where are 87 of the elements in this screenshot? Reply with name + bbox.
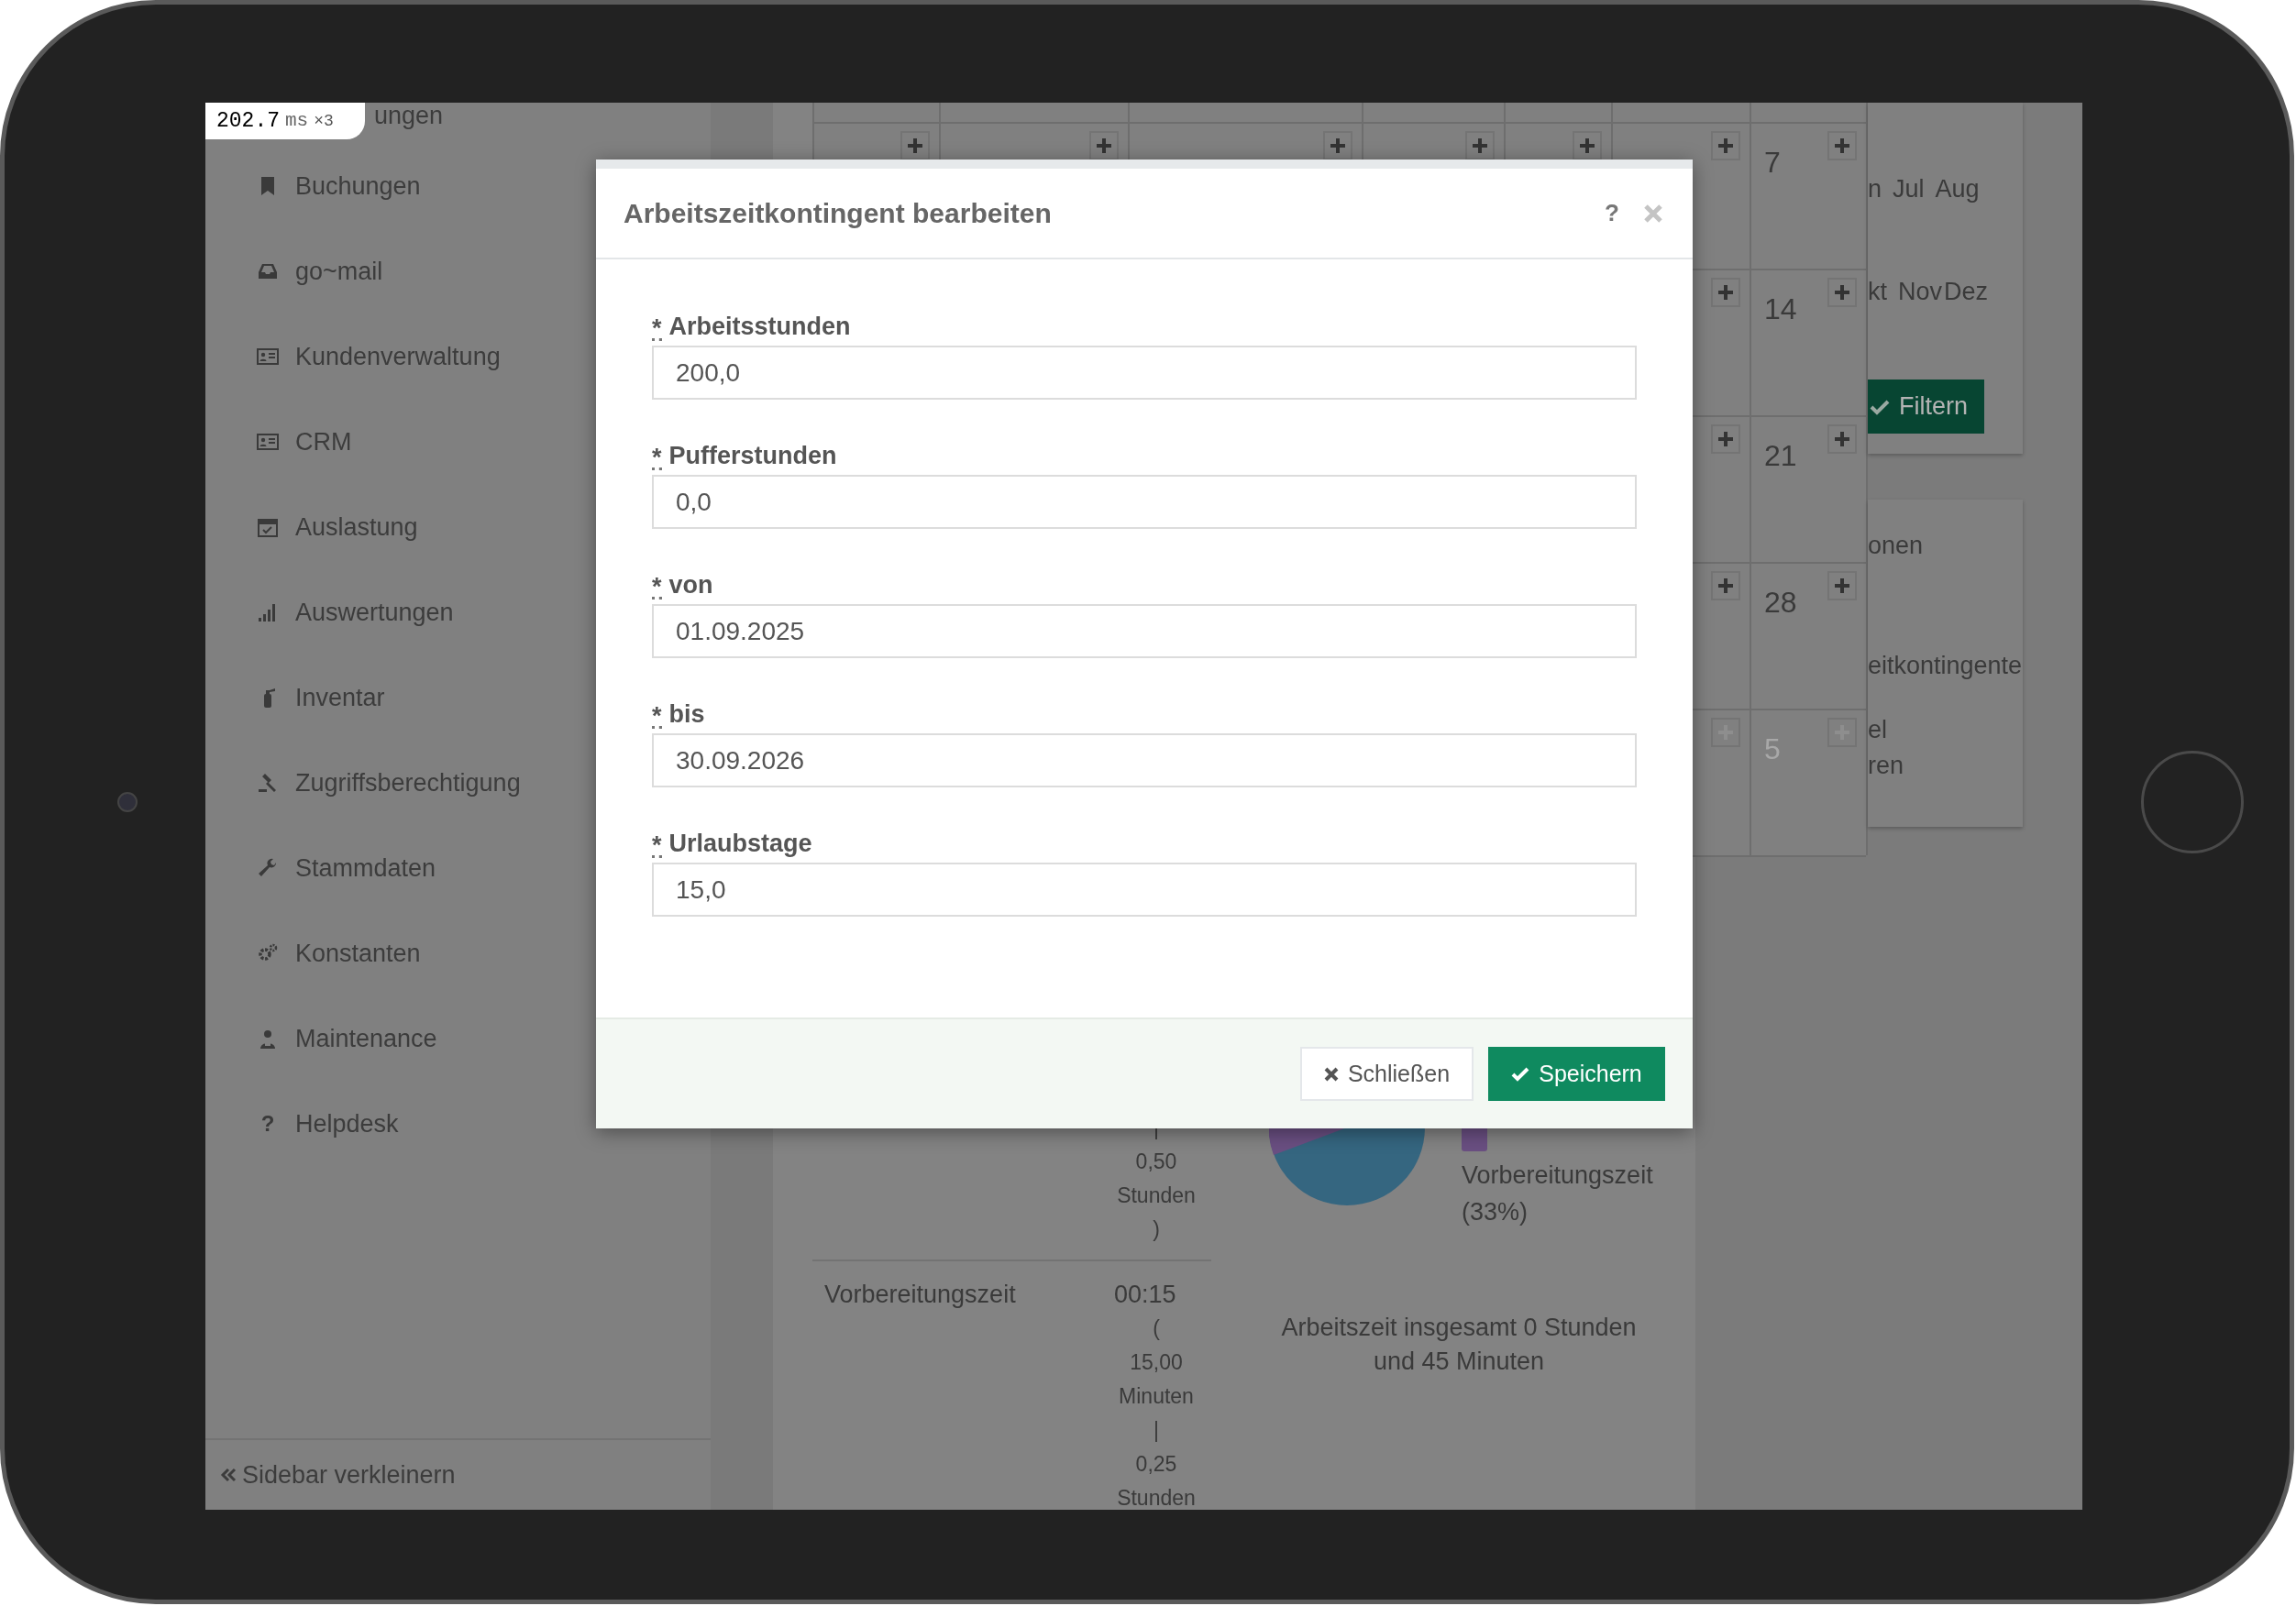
input-field[interactable]: 15,0 bbox=[652, 863, 1637, 917]
field-label: bis bbox=[668, 698, 705, 730]
close-button[interactable]: Schließen bbox=[1300, 1047, 1474, 1101]
timing-value: 202.7 bbox=[216, 107, 280, 135]
check-icon bbox=[1511, 1066, 1530, 1082]
day-number: 28 bbox=[1764, 585, 1797, 621]
sidebar-item[interactable]: ungen bbox=[374, 103, 444, 132]
input-field[interactable]: 0,0 bbox=[652, 475, 1637, 529]
plus-icon bbox=[1834, 284, 1850, 301]
sidebar-item[interactable]: Maintenance bbox=[249, 1016, 447, 1062]
close-icon bbox=[1643, 203, 1663, 224]
sidebar-item[interactable]: ? Helpdesk bbox=[249, 1101, 408, 1147]
sidebar-item[interactable]: Buchungen bbox=[249, 163, 430, 209]
sidebar-item[interactable]: Konstanten bbox=[249, 930, 430, 976]
input-field[interactable]: 01.09.2025 bbox=[652, 604, 1637, 658]
day-number: 14 bbox=[1764, 292, 1797, 327]
collapse-sidebar-link[interactable]: Sidebar verkleinern bbox=[220, 1456, 456, 1494]
month-option[interactable]: Aug bbox=[1935, 172, 1980, 205]
required-mark: * bbox=[652, 441, 662, 470]
plus-icon bbox=[907, 138, 923, 154]
required-mark: * bbox=[652, 699, 662, 729]
idcard-icon bbox=[257, 346, 279, 368]
check-icon bbox=[1870, 398, 1890, 415]
help-button[interactable]: ? bbox=[1599, 195, 1625, 231]
plus-icon bbox=[1834, 431, 1850, 447]
field-label: von bbox=[668, 569, 713, 600]
duration-text: 00:15 bbox=[1114, 1280, 1176, 1310]
sidebar-item[interactable]: Stammdaten bbox=[249, 845, 446, 891]
plus-icon bbox=[1096, 138, 1112, 154]
required-mark: * bbox=[652, 570, 662, 600]
duration-text: Minuten bbox=[1119, 1383, 1194, 1410]
month-option[interactable]: Jul bbox=[1893, 172, 1925, 205]
double-chevron-icon bbox=[220, 1467, 237, 1483]
duration-text: 15,00 bbox=[1130, 1349, 1183, 1376]
close-icon bbox=[1323, 1066, 1339, 1082]
home-button[interactable] bbox=[2141, 751, 2244, 853]
legend-label: Vorbereitungszeit (33%) bbox=[1462, 1160, 1654, 1227]
save-button[interactable]: Speichern bbox=[1488, 1047, 1665, 1101]
plus-icon bbox=[1717, 284, 1734, 301]
field-label: Pufferstunden bbox=[668, 440, 837, 471]
duration-text: 0,25 bbox=[1135, 1451, 1177, 1478]
plus-icon bbox=[1834, 578, 1850, 594]
plus-icon bbox=[1717, 578, 1734, 594]
duration-text: Stunden bbox=[1117, 1485, 1196, 1510]
duration-text: ( bbox=[1153, 1315, 1160, 1342]
plus-icon bbox=[1472, 138, 1488, 154]
duration-text: Stunden bbox=[1117, 1182, 1196, 1209]
plus-icon bbox=[1330, 138, 1346, 154]
menu-link[interactable]: eitkontingente bbox=[1868, 650, 2023, 681]
field-label: Arbeitsstunden bbox=[668, 311, 851, 342]
dialog-title: Arbeitszeitkontingent bearbeiten bbox=[624, 197, 1052, 230]
plus-icon bbox=[1717, 431, 1734, 447]
day-number: 7 bbox=[1764, 145, 1781, 181]
input-field[interactable]: 200,0 bbox=[652, 346, 1637, 400]
sidebar-item[interactable]: go~mail bbox=[249, 248, 392, 294]
menu-link[interactable]: el bbox=[1868, 714, 1887, 745]
day-number: 21 bbox=[1764, 438, 1797, 474]
timing-unit: ms bbox=[285, 109, 309, 134]
plus-icon bbox=[1717, 138, 1734, 154]
input-field[interactable]: 30.09.2026 bbox=[652, 733, 1637, 787]
required-mark: * bbox=[652, 312, 662, 341]
month-option[interactable]: Dez bbox=[1944, 275, 1989, 308]
summary-text: Arbeitszeit insgesamt 0 Stunden und 45 Minuten bbox=[1280, 1313, 1638, 1377]
menu-link[interactable]: ren bbox=[1868, 750, 1904, 781]
filter-button[interactable]: Filtern bbox=[1868, 380, 1984, 434]
duration-text: | bbox=[1154, 1417, 1159, 1444]
duration-text: 0,50 bbox=[1135, 1149, 1177, 1175]
month-option[interactable]: n bbox=[1868, 172, 1882, 205]
calendar-icon bbox=[257, 516, 279, 538]
sidebar-item[interactable]: Zugriffsberechtigung bbox=[249, 760, 530, 806]
plus-icon bbox=[1579, 138, 1595, 154]
timing-count: ×3 bbox=[314, 110, 334, 132]
row-label: Vorbereitungszeit bbox=[824, 1280, 1016, 1310]
sidebar-item[interactable]: Auslastung bbox=[249, 504, 427, 550]
field-label: Urlaubstage bbox=[668, 828, 812, 859]
sidebar-item[interactable]: Kundenverwaltung bbox=[249, 334, 510, 380]
sidebar-item[interactable]: Inventar bbox=[249, 675, 394, 720]
required-mark: * bbox=[652, 829, 662, 858]
plus-icon bbox=[1834, 138, 1850, 154]
idcard-icon bbox=[257, 431, 279, 453]
month-option[interactable]: kt bbox=[1868, 275, 1887, 308]
menu-link[interactable]: onen bbox=[1868, 530, 1924, 561]
sidebar-item[interactable]: CRM bbox=[249, 419, 361, 465]
sidebar-item[interactable]: Auswertungen bbox=[249, 589, 463, 635]
month-option[interactable]: Nov bbox=[1898, 275, 1943, 308]
duration-text: ) bbox=[1153, 1216, 1160, 1243]
help-icon: ? bbox=[257, 1107, 279, 1140]
